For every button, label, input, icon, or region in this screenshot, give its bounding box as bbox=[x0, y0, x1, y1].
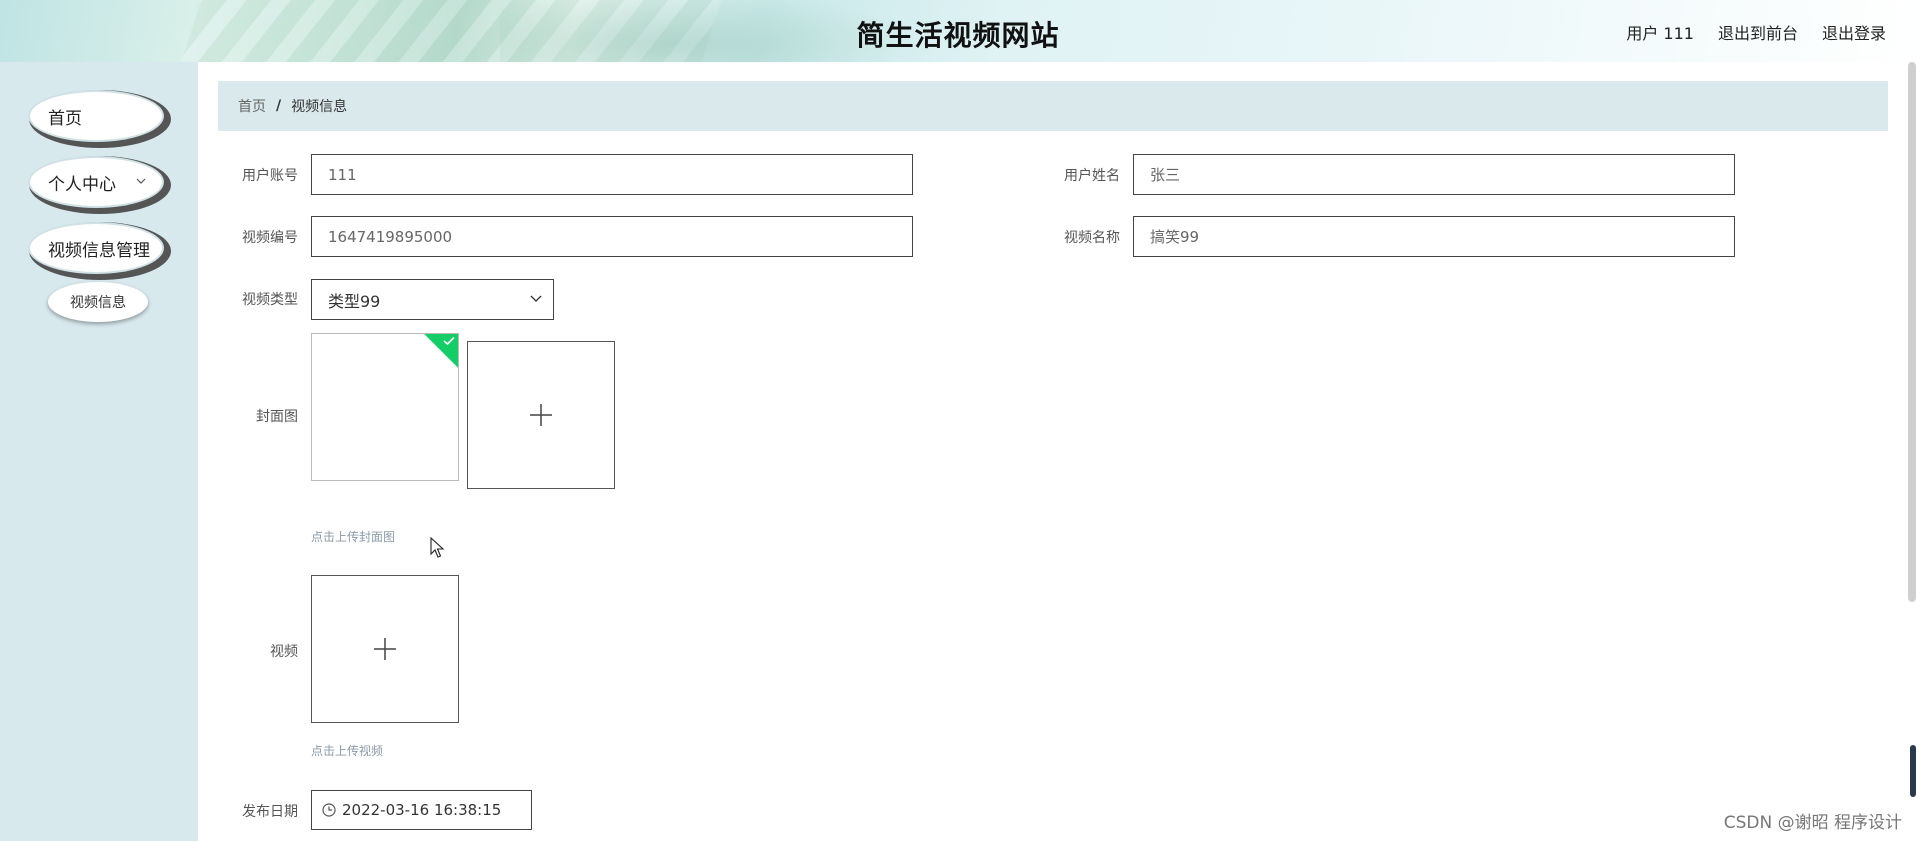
video-type-select[interactable]: 类型99 bbox=[311, 279, 554, 320]
cover-thumbnail[interactable] bbox=[311, 333, 459, 481]
cover-label: 封面图 bbox=[256, 409, 298, 425]
sidebar-item-label: 首页 bbox=[48, 108, 82, 129]
page-scrollbar[interactable] bbox=[1908, 62, 1916, 602]
video-no-field[interactable]: 1647419895000 bbox=[311, 216, 913, 257]
publish-date-value: 2022-03-16 16:38:15 bbox=[342, 801, 502, 819]
clock-icon bbox=[322, 803, 336, 817]
sidebar-item-personal-center[interactable]: 个人中心 bbox=[28, 156, 164, 208]
plus-icon bbox=[373, 637, 397, 661]
watermark: CSDN @谢昭 程序设计 bbox=[1723, 813, 1902, 833]
video-no-label: 视频编号 bbox=[242, 230, 298, 246]
video-name-field[interactable]: 搞笑99 bbox=[1133, 216, 1735, 257]
header-links: 用户 111 退出到前台 退出登录 bbox=[1626, 20, 1886, 44]
chevron-down-icon bbox=[529, 290, 543, 304]
sidebar-item-label: 个人中心 bbox=[48, 174, 116, 195]
breadcrumb-separator: / bbox=[276, 98, 282, 114]
top-header: 简生活视频网站 用户 111 退出到前台 退出登录 bbox=[0, 0, 1916, 62]
video-label: 视频 bbox=[270, 644, 298, 660]
username-field[interactable]: 张三 bbox=[1133, 154, 1735, 195]
sidebar-item-label: 视频信息管理 bbox=[48, 240, 150, 261]
video-type-value: 类型99 bbox=[328, 291, 381, 311]
account-label: 用户账号 bbox=[242, 168, 298, 184]
video-hint: 点击上传视频 bbox=[311, 744, 384, 758]
check-icon bbox=[443, 335, 455, 349]
sidebar-item-home[interactable]: 首页 bbox=[28, 90, 164, 142]
breadcrumb-current: 视频信息 bbox=[291, 99, 348, 115]
breadcrumb: 首页 / 视频信息 bbox=[218, 81, 1888, 131]
sidebar-item-video-management[interactable]: 视频信息管理 bbox=[28, 222, 164, 274]
scrollbar-thumb[interactable] bbox=[1910, 745, 1916, 797]
user-label: 用户 111 bbox=[1626, 24, 1694, 43]
sidebar-subitem-label: 视频信息 bbox=[70, 295, 126, 311]
account-field[interactable]: 111 bbox=[311, 154, 913, 195]
sidebar: 首页 个人中心 视频信息管理 视频信息 bbox=[0, 62, 198, 841]
cover-upload-button[interactable] bbox=[467, 341, 615, 489]
publish-date-field[interactable]: 2022-03-16 16:38:15 bbox=[311, 790, 532, 830]
video-upload-button[interactable] bbox=[311, 575, 459, 723]
back-to-front-link[interactable]: 退出到前台 bbox=[1718, 20, 1798, 44]
video-type-label: 视频类型 bbox=[242, 292, 298, 308]
logout-link[interactable]: 退出登录 bbox=[1822, 20, 1886, 44]
publish-date-label: 发布日期 bbox=[242, 804, 298, 820]
plus-icon bbox=[529, 403, 553, 427]
cover-hint: 点击上传封面图 bbox=[311, 530, 396, 544]
video-name-label: 视频名称 bbox=[1064, 230, 1120, 246]
breadcrumb-home[interactable]: 首页 bbox=[238, 96, 266, 116]
username-label: 用户姓名 bbox=[1064, 168, 1120, 184]
sidebar-subitem-video-info[interactable]: 视频信息 bbox=[48, 282, 148, 322]
chevron-down-icon bbox=[136, 174, 146, 188]
mouse-cursor-icon bbox=[430, 537, 445, 558]
